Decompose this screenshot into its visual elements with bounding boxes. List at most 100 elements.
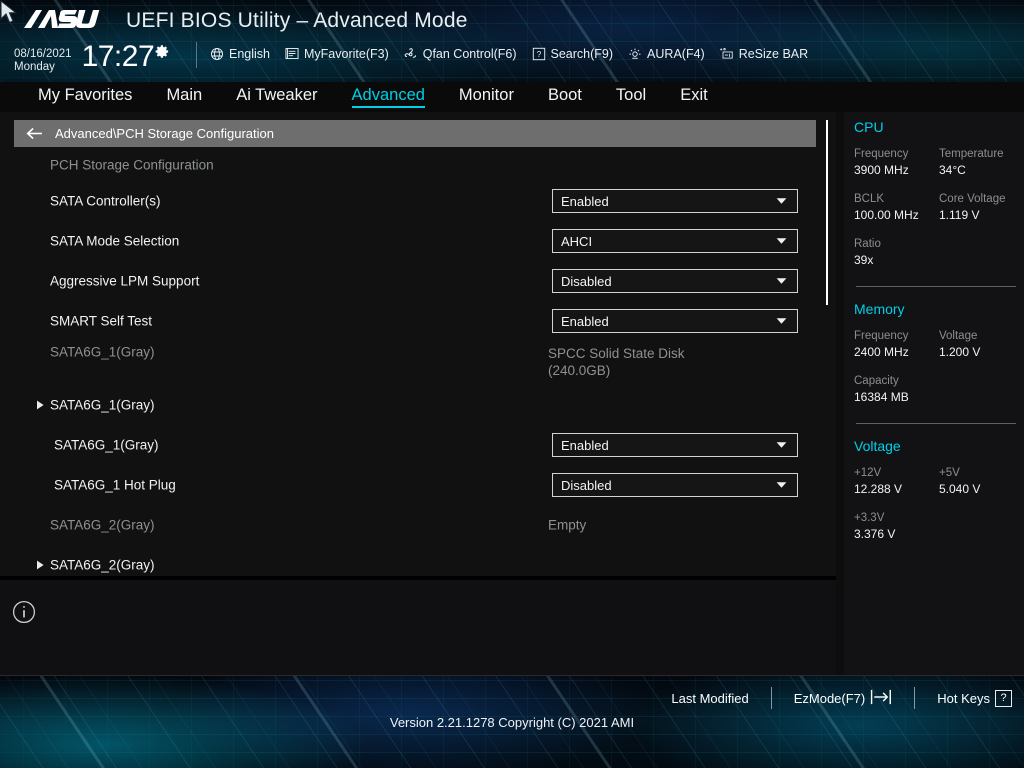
setting-value: Disabled (561, 477, 612, 493)
header-toolbar: English MyFavorite(F3) Qfan Control(F6) … (209, 46, 822, 61)
setting-dropdown[interactable]: Enabled (552, 433, 798, 457)
ezmode-button[interactable]: EzMode(F7) (794, 689, 893, 708)
toolbar-item-search[interactable]: ? Search(F9) (531, 46, 614, 61)
chevron-down-icon (776, 278, 787, 284)
toolbar-item-qfan-control[interactable]: Qfan Control(F6) (403, 46, 517, 61)
tab-monitor[interactable]: Monitor (459, 86, 514, 106)
main-tab-bar: My Favorites Main Ai Tweaker Advanced Mo… (0, 82, 1024, 112)
toolbar-item-resize-bar[interactable]: ReSize BAR (719, 46, 808, 61)
hw-metric-value: 3900 MHz (854, 163, 909, 177)
expand-toggle[interactable] (36, 560, 45, 570)
asus-logo (22, 6, 106, 34)
setting-row[interactable]: SATA6G_1 Hot Plug Disabled (0, 465, 836, 505)
hw-section-title: Voltage (854, 438, 901, 454)
hardware-monitor-panel: Hardware Monitor CPUFrequency3900 MHzTem… (844, 82, 1024, 675)
hw-row: +3.3V 3.376 V (854, 511, 1024, 543)
setting-dropdown[interactable]: Disabled (552, 473, 798, 497)
version-text: Version 2.21.1278 Copyright (C) 2021 AMI (389, 715, 635, 730)
hw-metric-value: 100.00 MHz (854, 208, 919, 222)
content-divider (0, 576, 836, 580)
hotkeys-button[interactable]: Hot Keys ? (937, 689, 1012, 707)
chevron-right-icon (37, 400, 44, 410)
tab-tool[interactable]: Tool (616, 86, 646, 106)
chevron-down-icon (776, 198, 787, 204)
hw-metric: +5V 5.040 V (939, 466, 1024, 498)
page-title: UEFI BIOS Utility – Advanced Mode (126, 9, 468, 32)
setting-label: SATA6G_1(Gray) (54, 437, 159, 453)
hw-metric-key: Frequency (854, 330, 909, 342)
tab-exit[interactable]: Exit (680, 86, 708, 106)
toolbar-label: Search(F9) (550, 46, 614, 61)
enter-arrow-icon (870, 689, 892, 708)
chevron-down-icon (776, 238, 787, 244)
hw-metric-key: Ratio (854, 238, 881, 250)
footer-bar: Last Modified EzMode(F7) Hot Keys ? Vers… (0, 675, 1024, 768)
setting-row[interactable]: SATA Controller(s) Enabled (0, 181, 836, 221)
section-title-row: PCH Storage Configuration (0, 149, 836, 181)
setting-row[interactable]: Aggressive LPM Support Disabled (0, 261, 836, 301)
hw-metric: BCLK 100.00 MHz (854, 192, 939, 224)
tab-advanced[interactable]: Advanced (351, 86, 425, 108)
setting-readonly-value: SPCC Solid State Disk (240.0GB) (548, 346, 685, 378)
hw-metric-value: 3.376 V (854, 527, 896, 541)
expand-toggle[interactable] (36, 400, 45, 410)
tab-my-favorites[interactable]: My Favorites (38, 86, 132, 106)
hw-metric-key: BCLK (854, 193, 885, 205)
info-circle-icon[interactable] (12, 600, 36, 629)
hw-row: Ratio 39x (854, 237, 1024, 269)
setting-dropdown[interactable]: Enabled (552, 189, 798, 213)
svg-text:?: ? (536, 50, 541, 59)
toolbar-item-myfavorite[interactable]: MyFavorite(F3) (284, 46, 389, 61)
hw-metric-value: 34°C (939, 163, 966, 177)
tab-ai-tweaker[interactable]: Ai Tweaker (236, 86, 317, 106)
toolbar-label: MyFavorite(F3) (304, 46, 389, 61)
setting-row[interactable]: SMART Self Test Enabled (0, 301, 836, 341)
setting-info-row: SATA6G_1(Gray) SPCC Solid State Disk (240… (0, 341, 836, 385)
setting-label: SATA6G_2(Gray) (50, 517, 155, 533)
tab-boot[interactable]: Boot (548, 86, 582, 106)
section-title: PCH Storage Configuration (50, 157, 214, 173)
hw-metric-value: 5.040 V (939, 482, 981, 496)
hotkeys-badge: ? (995, 689, 1012, 707)
vertical-scrollbar[interactable] (826, 120, 828, 305)
hw-section-title: Memory (854, 301, 905, 317)
setting-row[interactable]: SATA6G_1(Gray) Enabled (0, 425, 836, 465)
date-time-display: 08/16/2021 Monday 17:27 (14, 42, 170, 74)
setting-dropdown[interactable]: Disabled (552, 269, 798, 293)
expandable-row[interactable]: SATA6G_2(Gray) (0, 545, 836, 578)
breadcrumb[interactable]: Advanced\PCH Storage Configuration (14, 120, 816, 147)
toolbar-item-aura[interactable]: AURA(F4) (627, 46, 705, 61)
hw-spacer (854, 361, 1024, 374)
hw-divider (856, 423, 1016, 424)
setting-dropdown[interactable]: Enabled (552, 309, 798, 333)
hw-section: Memory Frequency 2400 MHz Voltage 1.200 V Cap… (854, 301, 1024, 406)
setting-label: SATA6G_1(Gray) (50, 397, 155, 413)
aura-light-icon (627, 46, 643, 61)
hw-metric: Frequency 3900 MHz (854, 147, 939, 179)
setting-dropdown[interactable]: AHCI (552, 229, 798, 253)
weekday-text: Monday (14, 61, 55, 73)
hw-metric-value: 1.119 V (939, 208, 980, 222)
last-modified-label: Last Modified (671, 690, 749, 706)
footer-links: Last Modified EzMode(F7) Hot Keys ? (671, 687, 1012, 709)
expandable-row[interactable]: SATA6G_1(Gray) (0, 385, 836, 425)
setting-row[interactable]: SATA Mode Selection AHCI (0, 221, 836, 261)
toolbar-item-language[interactable]: English (209, 46, 270, 61)
hw-metric-value: 2400 MHz (854, 345, 909, 359)
toolbar-label: AURA(F4) (647, 46, 705, 61)
tab-main[interactable]: Main (166, 86, 202, 106)
last-modified-button[interactable]: Last Modified (671, 691, 748, 706)
hw-metric-value: 16384 MB (854, 390, 909, 404)
footer-separator (914, 687, 916, 709)
settings-panel: PCH Storage Configuration SATA Controller… (0, 112, 836, 578)
hw-row: Frequency 2400 MHz Voltage 1.200 V (854, 329, 1024, 361)
hw-metric: Core Voltage 1.119 V (939, 192, 1024, 224)
gear-icon[interactable] (155, 42, 170, 64)
hw-metric-key: Capacity (854, 375, 899, 387)
hotkeys-label: Hot Keys (937, 690, 990, 706)
setting-label: SATA Mode Selection (50, 233, 180, 249)
setting-readonly-value: Empty (548, 517, 587, 533)
arrow-left-icon[interactable] (26, 127, 43, 140)
setting-info-row: SATA6G_2(Gray) Empty (0, 505, 836, 545)
globe-icon (209, 46, 225, 61)
